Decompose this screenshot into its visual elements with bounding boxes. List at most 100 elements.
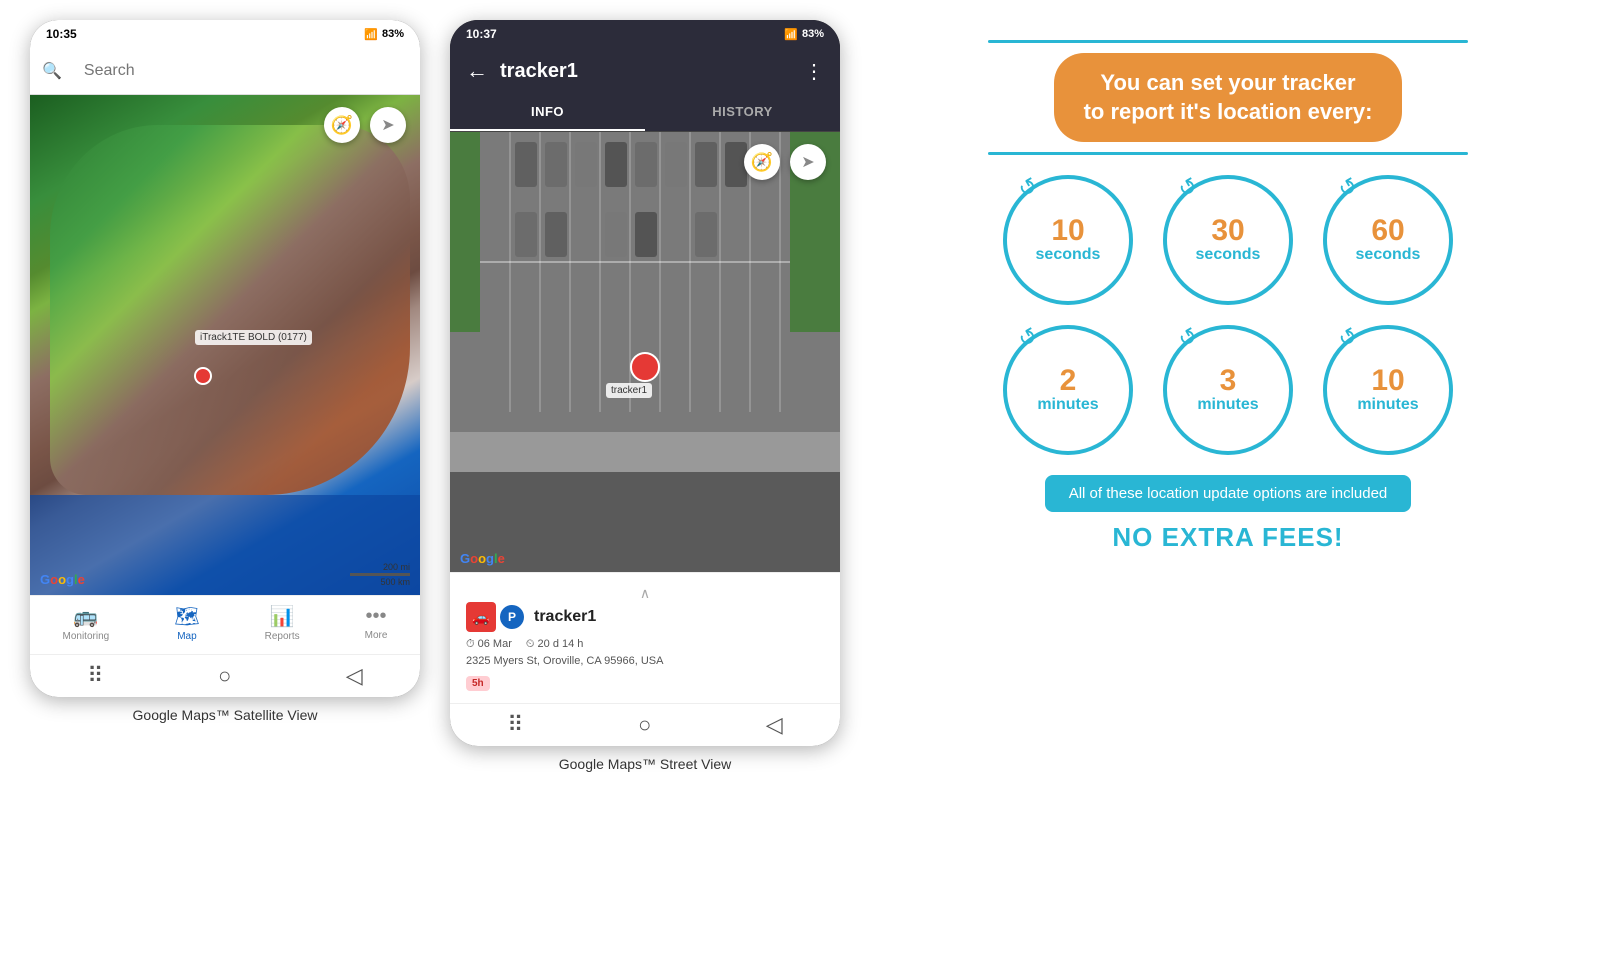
interval-number-10m: 10 (1371, 366, 1404, 396)
interval-10m: ↺ 10 minutes (1323, 325, 1453, 455)
phone1-caption: Google Maps™ Satellite View (30, 707, 420, 723)
monitoring-icon: 🚌 (73, 604, 98, 629)
interval-unit-30s: seconds (1196, 246, 1261, 264)
phone2-google-logo: Google (460, 551, 505, 566)
headline-box: You can set your tracker to report it's … (1054, 53, 1403, 142)
phone2-tracker-name: tracker1 (534, 608, 824, 626)
phone2-header: ← tracker1 ⋮ (450, 48, 840, 94)
phone2-bottom-bar: ⠿ ○ ◁ (450, 703, 840, 746)
nav-map-label: Map (177, 631, 196, 642)
interval-number-30s: 30 (1211, 216, 1244, 246)
phone1-bottom-bar: ⠿ ○ ◁ (30, 654, 420, 697)
phone2-mockup: 10:37 📶 83% ← tracker1 ⋮ INFO HISTORY (450, 20, 840, 772)
phone1-google-logo: Google (40, 572, 85, 587)
nav-more[interactable]: ••• More (365, 605, 388, 641)
phone1-map: 🧭 ➤ iTrack1TE BOLD (0177) Google 200 mi (30, 95, 420, 595)
tracker-icon-wrapper: 🚗 P (466, 602, 524, 632)
blue-line-mid (988, 152, 1468, 155)
arrow-2m: ↺ (1014, 322, 1043, 354)
reports-icon: 📊 (270, 604, 295, 629)
date-icon: ⏱ 06 Mar (466, 638, 512, 651)
interval-number-3m: 3 (1220, 366, 1237, 396)
phone2-status-bar: 10:37 📶 83% (450, 20, 840, 48)
scale-500km: 500 km (380, 577, 410, 587)
phone1-navigate[interactable]: ➤ (370, 107, 406, 143)
menu-dots-icon[interactable]: ⋮ (804, 59, 824, 84)
no-fees-label: All of these location update options are… (1069, 485, 1388, 502)
phone2-wifi-icon: 📶 (784, 28, 798, 41)
tracker-duration: 20 d 14 h (538, 638, 584, 650)
back-button[interactable]: ← (466, 58, 488, 84)
tracker-car-icon: 🚗 (466, 602, 496, 632)
blue-line-top (988, 40, 1468, 43)
phone1-mockup: 10:35 📶 83% 🔍 🧭 (30, 20, 420, 723)
phone2-navigate[interactable]: ➤ (790, 144, 826, 180)
map-icon: 🗺 (174, 604, 199, 629)
interval-3m: ↺ 3 minutes (1163, 325, 1293, 455)
nav-monitoring-label: Monitoring (63, 631, 110, 642)
phone2-info-card: ∧ 🚗 P tracker1 ⏱ 06 Mar ⏲ 20 d 14 h 2325… (450, 572, 840, 703)
phone2-map: tracker1 Google 🧭 ➤ (450, 132, 840, 572)
phone1-recent-btn[interactable]: ⠿ (87, 663, 103, 689)
phone1-time: 10:35 (46, 27, 77, 41)
phone2-back-btn[interactable]: ◁ (766, 712, 783, 738)
phone2-recent-btn[interactable]: ⠿ (507, 712, 523, 738)
phone2-status-icons: 📶 83% (784, 28, 824, 41)
phone1-back-btn[interactable]: ◁ (346, 663, 363, 689)
phone2-home-btn[interactable]: ○ (638, 712, 651, 738)
tracker-date: 06 Mar (478, 638, 512, 650)
interval-60s: ↺ 60 seconds (1323, 175, 1453, 305)
duration-icon: ⏲ 20 d 14 h (526, 638, 584, 651)
info-panel: You can set your tracker to report it's … (870, 20, 1586, 563)
nav-more-label: More (365, 630, 388, 641)
phone2-tabs: INFO HISTORY (450, 94, 840, 132)
arrow-60s: ↺ (1334, 172, 1363, 204)
interval-unit-3m: minutes (1197, 396, 1258, 414)
nav-reports-label: Reports (265, 631, 300, 642)
search-icon: 🔍 (42, 61, 62, 81)
phone1-home-btn[interactable]: ○ (218, 663, 231, 689)
tab-info[interactable]: INFO (450, 94, 645, 131)
search-input[interactable] (70, 56, 408, 86)
phone2-caption: Google Maps™ Street View (450, 756, 840, 772)
phone1-scale: 200 mi 500 km (350, 562, 410, 587)
arrow-30s: ↺ (1174, 172, 1203, 204)
nav-map[interactable]: 🗺 Map (174, 604, 199, 642)
nav-monitoring[interactable]: 🚌 Monitoring (63, 604, 110, 642)
arrow-3m: ↺ (1174, 322, 1203, 354)
headline-text: You can set your tracker to report it's … (1084, 69, 1373, 126)
phone1-wifi-icon: 📶 (364, 28, 378, 41)
scroll-up-indicator: ∧ (466, 585, 824, 602)
phone1-car-marker (194, 367, 212, 385)
phone1-nav-bar: 🚌 Monitoring 🗺 Map 📊 Reports ••• More (30, 595, 420, 654)
phone1-status-bar: 10:35 📶 83% (30, 20, 420, 48)
interval-number-60s: 60 (1371, 216, 1404, 246)
interval-10s: ↺ 10 seconds (1003, 175, 1133, 305)
interval-number-10s: 10 (1051, 216, 1084, 246)
phone2-battery: 83% (802, 28, 824, 40)
interval-number-2m: 2 (1060, 366, 1077, 396)
arrow-10m: ↺ (1334, 322, 1363, 354)
interval-30s: ↺ 30 seconds (1163, 175, 1293, 305)
phone1-search-bar: 🔍 (30, 48, 420, 95)
info-card-header: 🚗 P tracker1 (466, 602, 824, 632)
phone1-compass[interactable]: 🧭 (324, 107, 360, 143)
tab-history[interactable]: HISTORY (645, 94, 840, 131)
more-icon: ••• (366, 605, 387, 628)
nav-reports[interactable]: 📊 Reports (265, 604, 300, 642)
phone1-tracker-label: iTrack1TE BOLD (0177) (195, 330, 312, 345)
circles-grid: ↺ 10 seconds ↺ 30 seconds ↺ 60 seconds ↺… (1003, 175, 1453, 455)
info-card-meta: ⏱ 06 Mar ⏲ 20 d 14 h (466, 638, 824, 651)
time-badge: 5h (466, 676, 490, 691)
phone1-status-icons: 📶 83% (364, 28, 404, 41)
no-fees-bold: NO EXTRA FEES! (1112, 522, 1343, 553)
p-badge: P (500, 605, 524, 629)
interval-unit-10s: seconds (1036, 246, 1101, 264)
phone2-title: tracker1 (500, 60, 792, 83)
phone2-compass[interactable]: 🧭 (744, 144, 780, 180)
phone2-tracker-label: tracker1 (606, 383, 652, 398)
phone2-time: 10:37 (466, 27, 497, 41)
interval-unit-10m: minutes (1357, 396, 1418, 414)
scale-200mi: 200 mi (383, 562, 410, 572)
interval-2m: ↺ 2 minutes (1003, 325, 1133, 455)
